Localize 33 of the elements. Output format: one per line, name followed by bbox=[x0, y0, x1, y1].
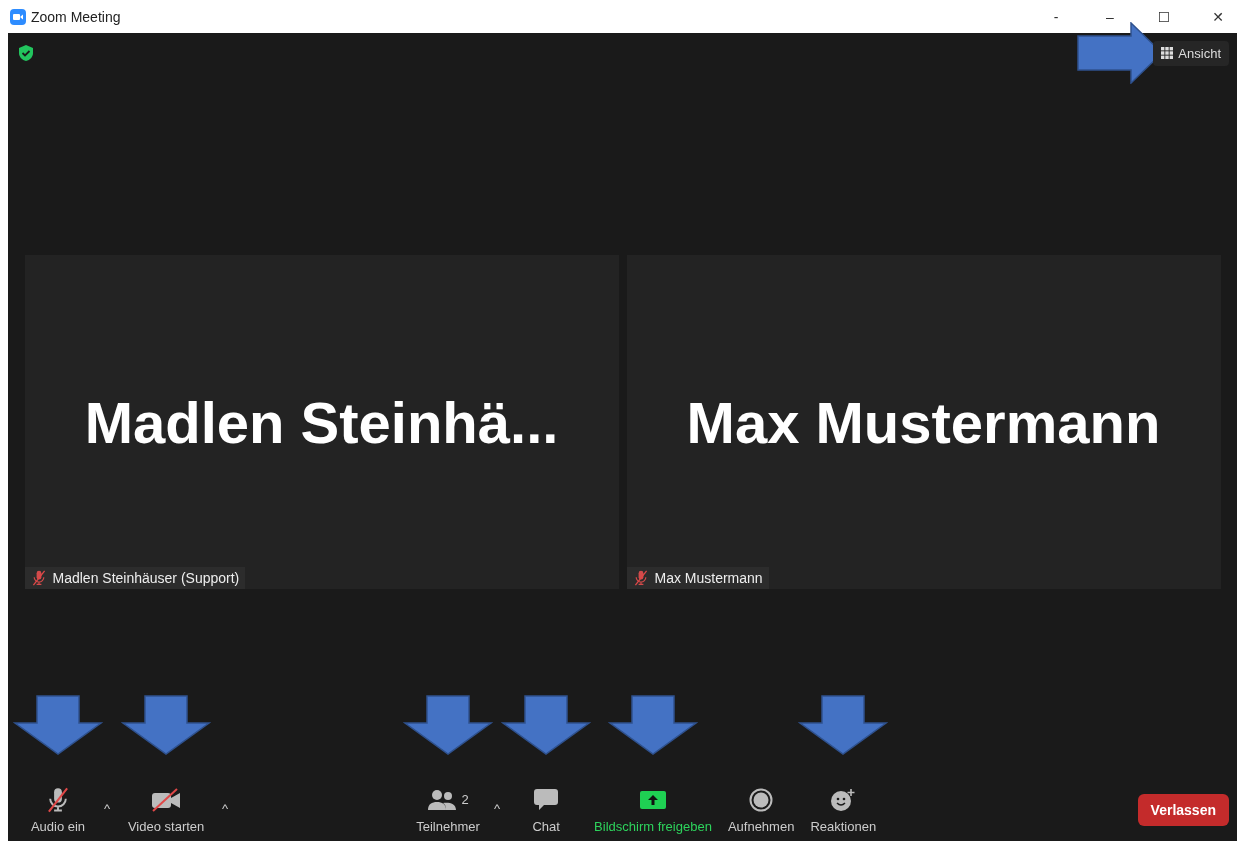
window-title: Zoom Meeting bbox=[31, 8, 121, 25]
smiley-plus-icon bbox=[830, 787, 857, 812]
menu-caret[interactable]: ^ bbox=[488, 800, 507, 816]
chat-bubble-icon bbox=[533, 787, 560, 812]
participant-name: Max Mustermann bbox=[686, 388, 1161, 456]
window-control[interactable]: – bbox=[1083, 8, 1137, 25]
participant-count: 2 bbox=[461, 792, 469, 807]
name-tag-text: Max Mustermann bbox=[654, 570, 763, 586]
menu-caret[interactable]: ^ bbox=[216, 800, 235, 816]
record-button[interactable]: Aufnehmen bbox=[719, 782, 803, 838]
menu-caret[interactable]: ^ bbox=[98, 800, 117, 816]
people-icon bbox=[427, 788, 458, 811]
share-button[interactable]: Bildschirm freigeben bbox=[586, 782, 720, 838]
view-button[interactable]: Ansicht bbox=[1153, 40, 1229, 66]
record-icon bbox=[749, 787, 774, 812]
window-control[interactable]: ☐ bbox=[1137, 8, 1191, 25]
participants-button[interactable]: 2 Teilnehmer bbox=[408, 782, 488, 838]
leave-button[interactable]: Verlassen bbox=[1137, 794, 1229, 826]
share-screen-icon bbox=[639, 788, 667, 811]
app-logo-icon bbox=[10, 8, 26, 25]
window-control[interactable]: - bbox=[1029, 8, 1083, 25]
window-control[interactable]: ✕ bbox=[1191, 8, 1245, 25]
name-tag-text: Madlen Steinhäuser (Support) bbox=[52, 570, 240, 586]
camera-off-icon bbox=[151, 787, 182, 812]
audio-button[interactable]: Audio ein bbox=[18, 782, 98, 838]
muted-microphone-icon bbox=[632, 570, 649, 586]
grid-icon bbox=[1161, 47, 1174, 59]
reactions-button[interactable]: Reaktionen bbox=[802, 782, 885, 838]
shield-check-icon bbox=[18, 44, 34, 62]
video-button[interactable]: Video starten bbox=[116, 782, 217, 838]
muted-microphone-icon bbox=[30, 570, 47, 586]
chat-button[interactable]: Chat bbox=[506, 782, 587, 838]
participant-name: Madlen Steinhä... bbox=[84, 388, 559, 456]
